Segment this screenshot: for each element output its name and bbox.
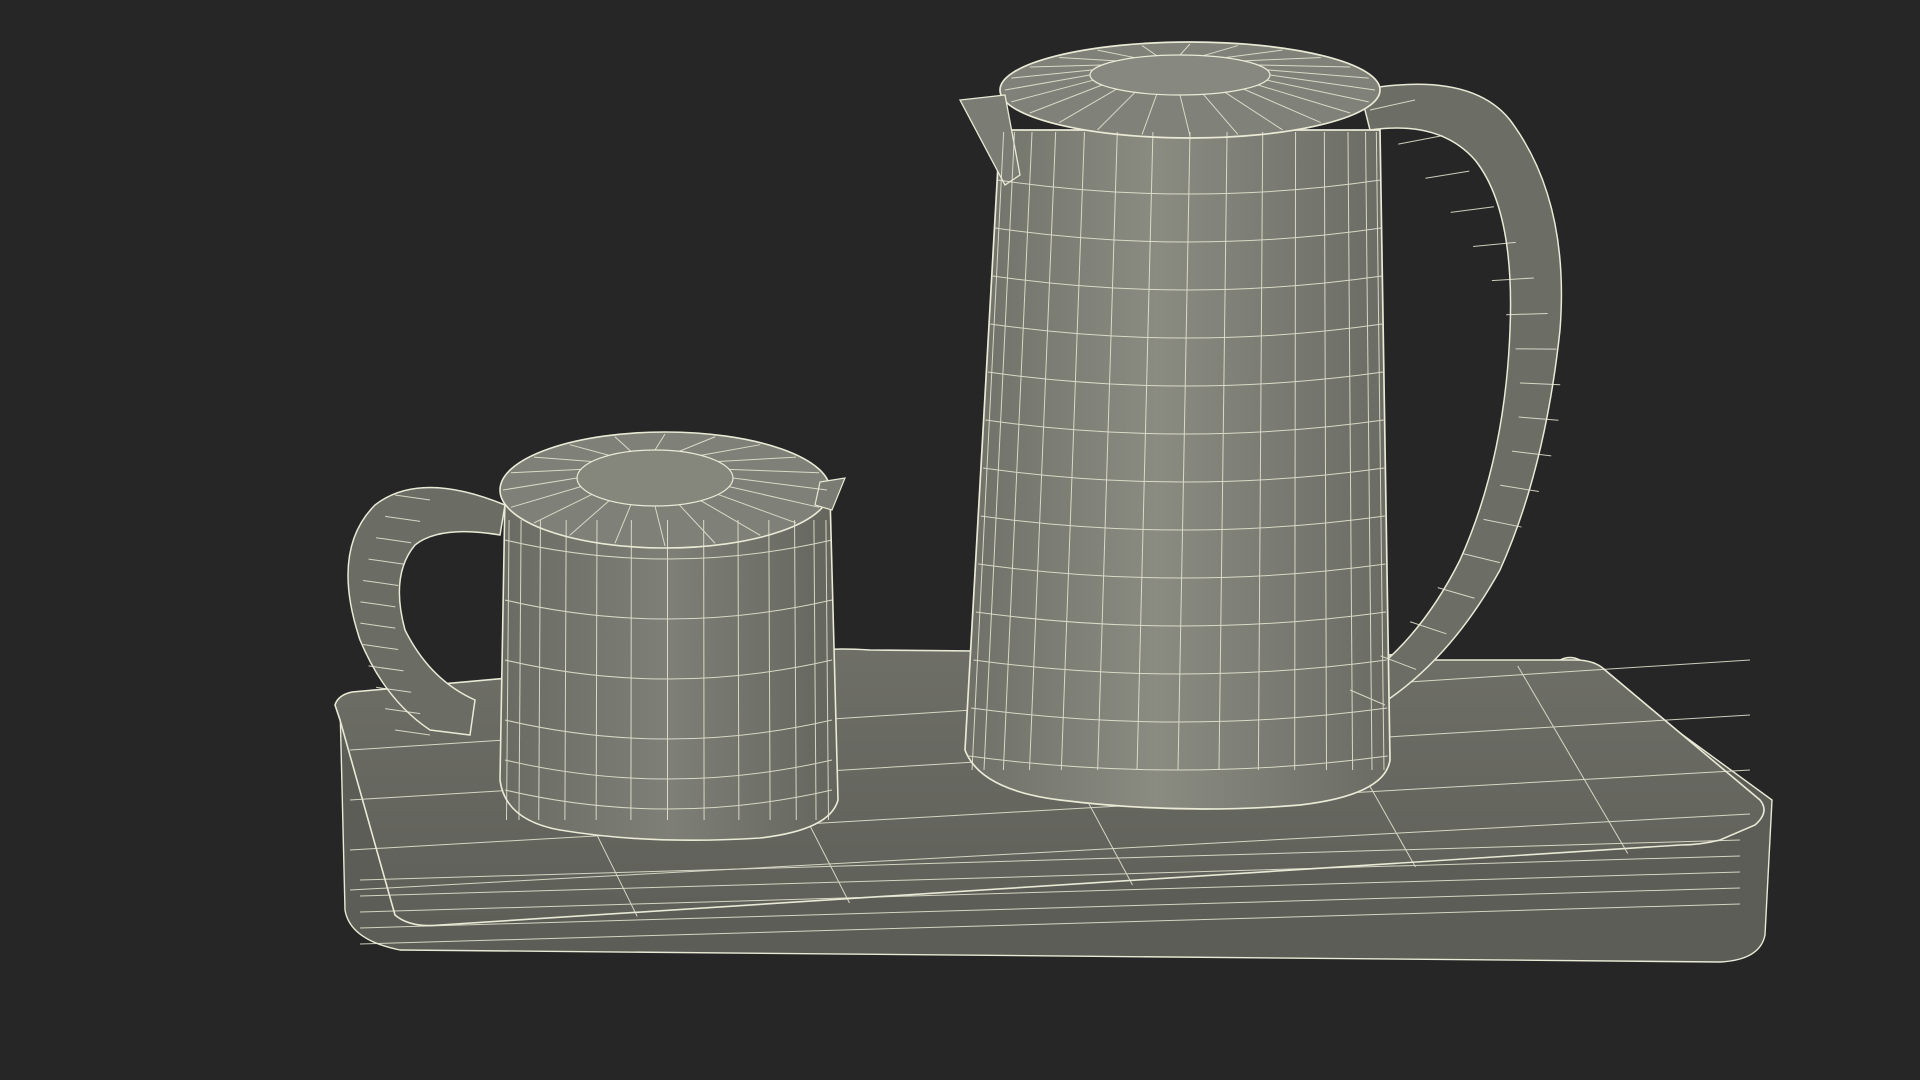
kettle-handle [1359, 83, 1563, 707]
wireframe-render [334, 41, 1773, 963]
render-viewport [0, 0, 1920, 1080]
kettle-lid-center [1089, 54, 1271, 96]
teapot-spout [814, 477, 846, 511]
teapot-lid-center [576, 449, 734, 507]
wire-line [1398, 135, 1443, 145]
wire-line [1425, 170, 1470, 179]
kettle-spout [958, 94, 1021, 186]
wire-line [1450, 206, 1494, 213]
